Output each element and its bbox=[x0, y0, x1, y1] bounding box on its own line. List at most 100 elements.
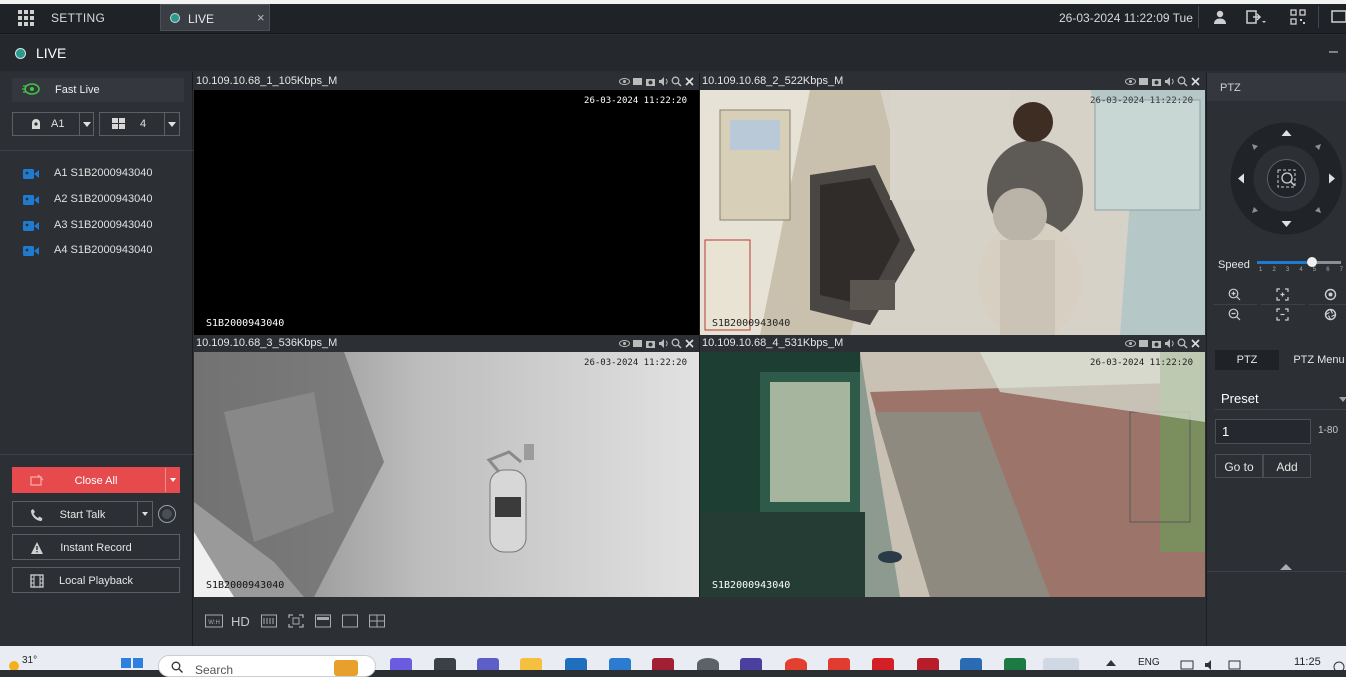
weather-temperature[interactable]: 31° bbox=[22, 655, 37, 666]
record-icon[interactable] bbox=[632, 76, 643, 87]
eye-icon[interactable] bbox=[1125, 76, 1136, 87]
instant-record-button[interactable]: Instant Record bbox=[12, 534, 180, 560]
eye-icon[interactable] bbox=[619, 76, 630, 87]
hd-button[interactable]: HD bbox=[231, 614, 250, 629]
snapshot-icon[interactable] bbox=[1151, 76, 1162, 87]
minimize-button[interactable]: – bbox=[1329, 43, 1338, 61]
teams-app-icon[interactable] bbox=[477, 658, 499, 670]
setting-tab[interactable]: SETTING bbox=[51, 11, 105, 25]
snapshot-icon[interactable] bbox=[645, 338, 656, 349]
volume-icon[interactable] bbox=[1204, 660, 1218, 670]
app-icon[interactable] bbox=[740, 658, 762, 670]
eye-icon[interactable] bbox=[619, 338, 630, 349]
monitor-icon[interactable] bbox=[1330, 9, 1346, 25]
focus-far-button[interactable] bbox=[1261, 305, 1305, 325]
record-icon[interactable] bbox=[632, 338, 643, 349]
taskbar-search[interactable]: Search bbox=[158, 655, 376, 677]
device-select[interactable]: A1 bbox=[12, 112, 94, 136]
app-icon[interactable] bbox=[872, 658, 894, 670]
taskbar-clock[interactable]: 11:25 bbox=[1294, 656, 1321, 668]
aspect-ratio-icon[interactable]: W:H bbox=[205, 614, 223, 628]
close-icon[interactable] bbox=[1190, 76, 1201, 87]
file-explorer-icon[interactable] bbox=[520, 658, 542, 670]
layout-single-icon[interactable] bbox=[342, 614, 358, 628]
zoom-in-button[interactable] bbox=[1213, 285, 1257, 305]
ptz-direction-pad[interactable] bbox=[1229, 121, 1344, 236]
iris-open-button[interactable] bbox=[1309, 285, 1346, 305]
speed-slider-handle[interactable] bbox=[1307, 257, 1317, 267]
camera-list-item[interactable]: A2 S1B2000943040 bbox=[0, 189, 193, 213]
local-playback-button[interactable]: Local Playback bbox=[12, 567, 180, 593]
main-menu-icon[interactable] bbox=[18, 10, 34, 26]
talk-status-indicator[interactable] bbox=[158, 505, 176, 523]
audio-icon[interactable] bbox=[658, 338, 669, 349]
zoom-icon[interactable] bbox=[671, 338, 682, 349]
notification-icon[interactable] bbox=[1333, 660, 1345, 670]
qr-code-icon[interactable] bbox=[1290, 9, 1306, 25]
audio-icon[interactable] bbox=[1164, 338, 1175, 349]
eye-icon[interactable] bbox=[1125, 338, 1136, 349]
active-app-icon[interactable] bbox=[1043, 658, 1079, 670]
zoom-icon[interactable] bbox=[671, 76, 682, 87]
start-talk-button[interactable]: Start Talk bbox=[12, 501, 153, 527]
close-icon[interactable] bbox=[684, 338, 695, 349]
app-icon[interactable] bbox=[960, 658, 982, 670]
audio-icon[interactable] bbox=[658, 76, 669, 87]
tab-live[interactable]: LIVE × bbox=[160, 4, 270, 31]
camera-list-item[interactable]: A1 S1B2000943040 bbox=[0, 163, 193, 187]
close-icon[interactable] bbox=[684, 76, 695, 87]
copilot-app-icon[interactable] bbox=[390, 658, 412, 670]
chevron-up-icon[interactable] bbox=[1280, 564, 1292, 570]
camera-list-item[interactable]: A4 S1B2000943040 bbox=[0, 240, 193, 264]
language-indicator[interactable]: ENG bbox=[1138, 657, 1160, 668]
preset-select[interactable]: Preset bbox=[1215, 386, 1346, 410]
layout-1x1-top-icon[interactable] bbox=[315, 614, 331, 628]
record-icon[interactable] bbox=[1138, 76, 1149, 87]
zoom-icon[interactable] bbox=[1177, 76, 1188, 87]
stream-icon[interactable] bbox=[261, 614, 277, 628]
excel-app-icon[interactable] bbox=[1004, 658, 1026, 670]
preset-number-input[interactable] bbox=[1216, 420, 1310, 443]
snapshot-icon[interactable] bbox=[1151, 338, 1162, 349]
focus-near-button[interactable] bbox=[1261, 285, 1305, 305]
zoom-icon[interactable] bbox=[1177, 338, 1188, 349]
tab-ptz[interactable]: PTZ bbox=[1215, 350, 1279, 370]
iris-close-button[interactable] bbox=[1309, 305, 1346, 325]
audio-icon[interactable] bbox=[1164, 76, 1175, 87]
camera-list-item[interactable]: A3 S1B2000943040 bbox=[0, 215, 193, 239]
chevron-down-icon[interactable] bbox=[165, 468, 180, 492]
add-preset-button[interactable]: Add bbox=[1263, 454, 1311, 478]
fast-live-button[interactable]: Fast Live bbox=[12, 78, 184, 102]
close-all-button[interactable]: Close All bbox=[12, 467, 180, 493]
video-tile[interactable]: 10.109.10.68_1_105Kbps_M 26-03-2024 11:2… bbox=[194, 73, 699, 335]
close-tab-icon[interactable]: × bbox=[257, 10, 265, 25]
user-icon[interactable] bbox=[1212, 9, 1228, 25]
video-tile[interactable]: 10.109.10.68_4_531Kbps_M 26-03-2024 11:2… bbox=[700, 335, 1205, 597]
chevron-down-icon[interactable] bbox=[164, 113, 178, 135]
network-icon[interactable] bbox=[1180, 660, 1194, 670]
layout-quad-icon[interactable] bbox=[369, 614, 385, 628]
close-icon[interactable] bbox=[1190, 338, 1201, 349]
layout-select[interactable]: 4 bbox=[99, 112, 180, 136]
fullscreen-icon[interactable] bbox=[288, 614, 304, 628]
windows-start-icon[interactable] bbox=[121, 658, 143, 670]
goto-preset-button[interactable]: Go to bbox=[1215, 454, 1263, 478]
settings-app-icon[interactable] bbox=[697, 658, 719, 670]
chevron-down-icon[interactable] bbox=[79, 113, 93, 135]
filezilla-app-icon[interactable] bbox=[652, 658, 674, 670]
tab-ptz-menu[interactable]: PTZ Menu bbox=[1285, 350, 1346, 370]
zoom-out-button[interactable] bbox=[1213, 305, 1257, 325]
store-app-icon[interactable] bbox=[609, 658, 631, 670]
video-tile[interactable]: 10.109.10.68_3_536Kbps_M 26-03-2024 11:2… bbox=[194, 335, 699, 597]
chrome-app-icon[interactable] bbox=[785, 658, 807, 670]
record-icon[interactable] bbox=[1138, 338, 1149, 349]
video-tile[interactable]: 10.109.10.68_2_522Kbps_M 26-03-2024 11:2… bbox=[700, 73, 1205, 335]
anydesk-app-icon[interactable] bbox=[828, 658, 850, 670]
chevron-up-icon[interactable] bbox=[1106, 660, 1116, 666]
battery-icon[interactable] bbox=[1228, 660, 1242, 670]
preset-number-field[interactable] bbox=[1215, 419, 1311, 444]
app-icon[interactable] bbox=[917, 658, 939, 670]
logout-icon[interactable] bbox=[1246, 9, 1266, 25]
outlook-app-icon[interactable] bbox=[565, 658, 587, 670]
snapshot-icon[interactable] bbox=[645, 76, 656, 87]
